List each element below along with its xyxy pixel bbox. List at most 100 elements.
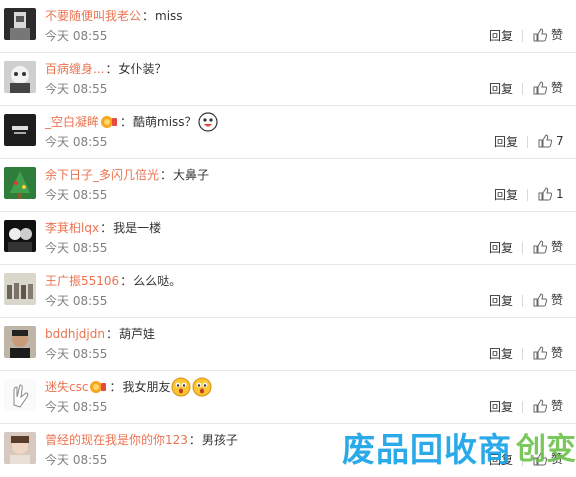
divider: [522, 242, 523, 254]
comment-time: 今天 08:55: [45, 241, 108, 255]
like-button[interactable]: 赞: [533, 399, 563, 413]
avatar[interactable]: [4, 220, 36, 252]
username-link[interactable]: 百病缠身...: [45, 61, 104, 77]
username-link[interactable]: bddhjdjdn: [45, 326, 105, 342]
colon: ：: [120, 115, 133, 129]
comment-row: _空白凝眸 ： 酷萌miss？ 今天 08:55 回复 7: [0, 106, 576, 159]
avatar[interactable]: [4, 167, 36, 199]
thumbs-up-icon: [533, 399, 547, 413]
colon: ：: [160, 168, 173, 182]
like-button[interactable]: 1: [538, 187, 564, 201]
username-link[interactable]: 王广振55106: [45, 273, 119, 289]
watermark: 废品回收商 创变: [326, 424, 576, 470]
comment-row: 不要随便叫我老公 ： miss 今天 08:55 回复 赞: [0, 0, 576, 53]
like-count: 1: [556, 187, 564, 201]
thumbs-up-icon: [533, 28, 547, 42]
like-count: 赞: [551, 293, 564, 307]
like-count: 7: [556, 134, 564, 148]
comment-time: 今天 08:55: [45, 347, 108, 361]
username-link[interactable]: _空白凝眸: [45, 114, 99, 130]
comment-time: 今天 08:55: [45, 82, 108, 96]
like-button[interactable]: 赞: [533, 81, 563, 95]
comment-time: 今天 08:55: [45, 400, 108, 414]
like-button[interactable]: 7: [538, 134, 564, 148]
comment-row: 余下日子_多闪几倍光 ： 大鼻子 今天 08:55 回复 1: [0, 159, 576, 212]
thumbs-up-icon: [533, 346, 547, 360]
like-count: 赞: [551, 240, 564, 254]
medal-badge-icon: [100, 115, 118, 129]
username-link[interactable]: 李萁桕lqx: [45, 220, 99, 236]
colon: ：: [100, 221, 113, 235]
comment-time: 今天 08:55: [45, 135, 108, 149]
comment-row: 百病缠身... ： 女仆装？ 今天 08:55 回复 赞: [0, 53, 576, 106]
medal-badge-icon: [89, 380, 107, 394]
like-count: 赞: [551, 346, 564, 360]
like-count: 赞: [551, 399, 564, 413]
reply-button[interactable]: 回复: [489, 29, 513, 43]
comment-text: miss: [155, 9, 183, 23]
thumbs-up-icon: [533, 240, 547, 254]
thumbs-up-icon: [533, 293, 547, 307]
like-count: 赞: [551, 28, 564, 42]
comment-time: 今天 08:55: [45, 188, 108, 202]
reply-button[interactable]: 回复: [489, 294, 513, 308]
colon: ：: [105, 327, 118, 341]
reply-button[interactable]: 回复: [489, 82, 513, 96]
comment-row: 王广振55106 ： 么么哒。 今天 08:55 回复 赞: [0, 265, 576, 318]
divider: [527, 136, 528, 148]
username-link[interactable]: 迷失csc: [45, 379, 88, 395]
avatar[interactable]: [4, 61, 36, 93]
comment-text: 我女朋友: [122, 380, 171, 394]
comment-text: 大鼻子: [173, 168, 210, 182]
avatar[interactable]: [4, 379, 36, 411]
like-button[interactable]: 赞: [533, 240, 563, 254]
comment-text: 女仆装？: [118, 62, 167, 76]
like-button[interactable]: 赞: [533, 293, 563, 307]
username-link[interactable]: 不要随便叫我老公: [45, 8, 141, 24]
comment-row: 迷失csc ： 我女朋友 今天 08:55 回复 赞: [0, 371, 576, 424]
surprised-face-emoji-icon: [171, 377, 191, 397]
divider: [522, 30, 523, 42]
avatar[interactable]: [4, 432, 36, 464]
thumbs-up-icon: [538, 134, 552, 148]
comment-text: 酷萌miss？: [133, 115, 197, 129]
reply-button[interactable]: 回复: [489, 347, 513, 361]
thumbs-up-icon: [533, 81, 547, 95]
divider: [522, 348, 523, 360]
comment-row: bddhjdjdn ： 葫芦娃 今天 08:55 回复 赞: [0, 318, 576, 371]
divider: [522, 295, 523, 307]
reply-button[interactable]: 回复: [494, 135, 518, 149]
like-button[interactable]: 赞: [533, 346, 563, 360]
reply-button[interactable]: 回复: [489, 400, 513, 414]
comment-text: 么么哒。: [133, 274, 182, 288]
avatar[interactable]: [4, 8, 36, 40]
divider: [527, 189, 528, 201]
like-count: 赞: [551, 81, 564, 95]
avatar[interactable]: [4, 114, 36, 146]
comment-time: 今天 08:55: [45, 453, 108, 467]
thumbs-up-icon: [538, 187, 552, 201]
reply-button[interactable]: 回复: [489, 241, 513, 255]
divider: [522, 401, 523, 413]
surprised-face-emoji-icon: [192, 377, 212, 397]
comment-text: 葫芦娃: [118, 327, 155, 341]
divider: [522, 83, 523, 95]
colon: ：: [142, 9, 155, 23]
avatar[interactable]: [4, 273, 36, 305]
colon: ：: [188, 433, 201, 447]
comment-text: 我是一楼: [113, 221, 162, 235]
colon: ：: [109, 380, 122, 394]
comment-row: 李萁桕lqx ： 我是一楼 今天 08:55 回复 赞: [0, 212, 576, 265]
colon: ：: [120, 274, 133, 288]
comment-time: 今天 08:55: [45, 294, 108, 308]
like-button[interactable]: 赞: [533, 28, 563, 42]
username-link[interactable]: 余下日子_多闪几倍光: [45, 167, 159, 183]
reply-button[interactable]: 回复: [494, 188, 518, 202]
username-link[interactable]: 曾经的现在我是你的你123: [45, 432, 188, 448]
colon: ：: [105, 62, 118, 76]
comment-list: 不要随便叫我老公 ： miss 今天 08:55 回复 赞 百病缠身... ： …: [0, 0, 576, 477]
avatar[interactable]: [4, 326, 36, 358]
watermark-text: 废品回收商: [342, 430, 512, 469]
watermark-suffix: 创变: [516, 432, 576, 467]
comment-text: 男孩子: [201, 433, 238, 447]
